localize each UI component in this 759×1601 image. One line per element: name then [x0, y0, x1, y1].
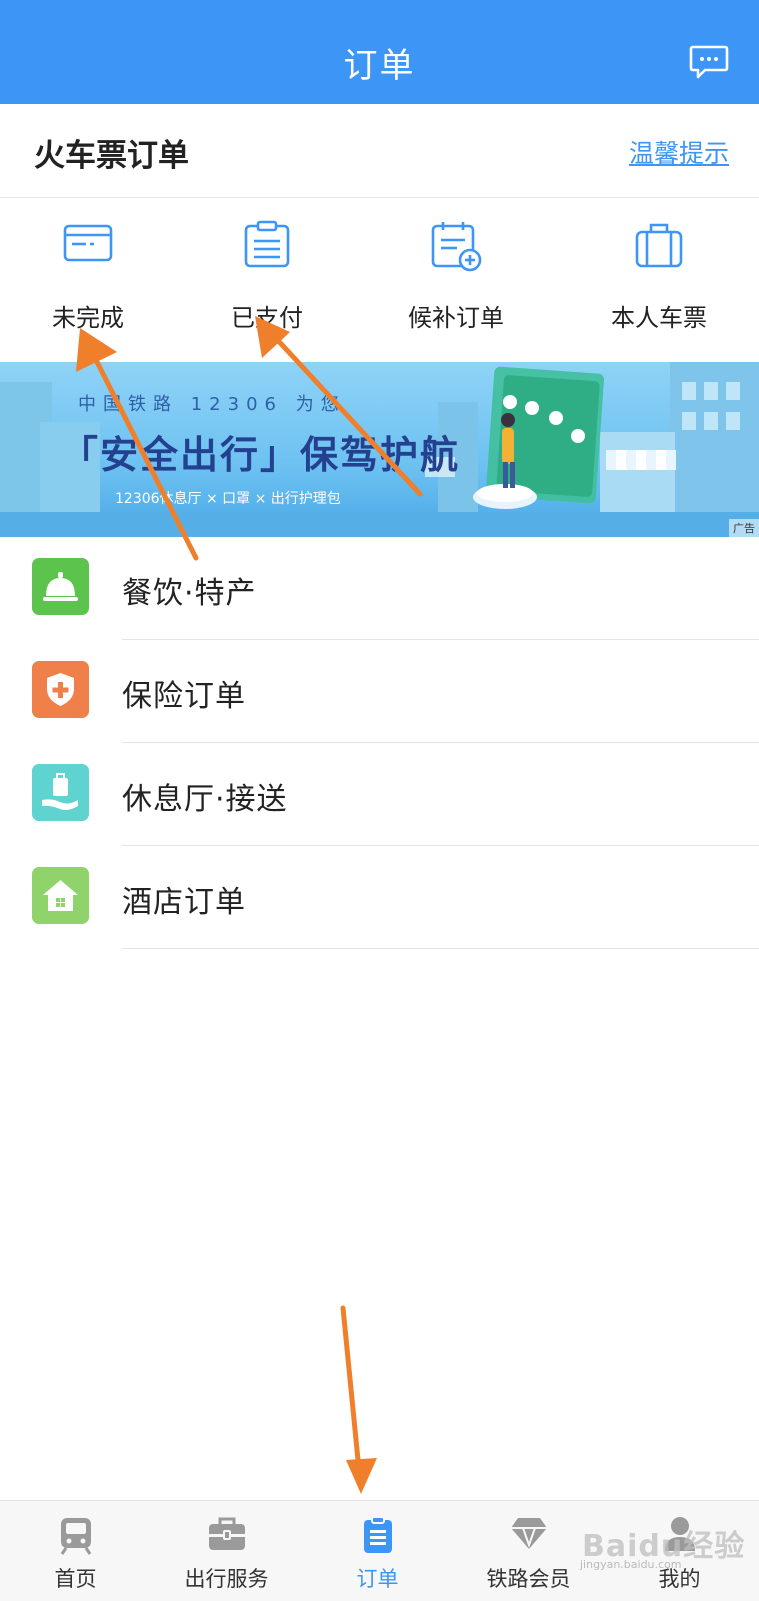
- list-item-insurance[interactable]: 保险订单: [0, 640, 759, 743]
- calendar-add-icon: [431, 222, 482, 272]
- quick-item-waitlist[interactable]: 候补订单: [381, 220, 531, 350]
- tips-link[interactable]: 温馨提示: [629, 134, 729, 170]
- quick-item-paid[interactable]: 已支付: [192, 220, 342, 350]
- list-item-label: 餐饮·特产: [122, 576, 257, 611]
- arrow-head-orders-tab: [346, 1458, 377, 1494]
- house-icon: [32, 867, 89, 924]
- banner-small-text: 中国铁路 12306 为您: [78, 394, 346, 415]
- ad-tag: 广告: [729, 519, 759, 537]
- tab-label: 订单: [356, 1567, 399, 1591]
- banner-subtext: 12306休息厅 × 口罩 × 出行护理包: [115, 491, 341, 507]
- banner-headline: 「安全出行」保驾护航: [60, 433, 461, 477]
- list-item-label: 酒店订单: [122, 885, 246, 920]
- page-title: 订单: [343, 46, 416, 86]
- list-item-hotel[interactable]: 酒店订单: [0, 846, 759, 949]
- briefcase-icon: [208, 1517, 245, 1550]
- service-list: 餐饮·特产 保险订单 休息厅·接送 酒店订单: [0, 537, 759, 949]
- quick-item-own-tickets[interactable]: 本人车票: [584, 220, 734, 350]
- diamond-icon: [510, 1518, 547, 1549]
- shield-plus-icon: [32, 661, 89, 718]
- promo-banner[interactable]: 中国铁路 12306 为您 「安全出行」保驾护航 12306休息厅 × 口罩 ×…: [0, 362, 759, 537]
- quick-item-label: 本人车票: [611, 304, 707, 332]
- list-item-dining[interactable]: 餐饮·特产: [0, 537, 759, 640]
- service-bell-icon: [32, 558, 89, 615]
- arrow-to-orders-tab: [340, 1305, 362, 1473]
- list-item-label: 休息厅·接送: [122, 782, 288, 817]
- watermark-url: jingyan.baidu.com: [580, 1558, 682, 1571]
- quick-item-label: 未完成: [52, 304, 124, 332]
- list-item-lounge[interactable]: 休息厅·接送: [0, 743, 759, 846]
- card-icon: [63, 224, 113, 262]
- tab-travel-services[interactable]: 出行服务: [151, 1501, 302, 1601]
- divider: [122, 948, 759, 949]
- quick-item-unfinished[interactable]: 未完成: [13, 220, 163, 350]
- clipboard-icon: [244, 220, 290, 268]
- bottom-tab-bar: 首页 出行服务 订单 铁路会员 我的 Baidu经验: [0, 1500, 759, 1601]
- train-icon: [60, 1518, 91, 1555]
- section-title: 火车票订单: [34, 138, 189, 174]
- tab-label: 首页: [54, 1567, 97, 1591]
- tab-home[interactable]: 首页: [0, 1501, 151, 1601]
- chat-bubble-icon[interactable]: [689, 44, 729, 80]
- order-category-row: 未完成 已支付 候补订单 本人车票: [0, 198, 759, 362]
- tab-orders[interactable]: 订单: [302, 1501, 453, 1601]
- list-item-label: 保险订单: [122, 679, 246, 714]
- train-orders-header: 火车票订单 温馨提示: [0, 104, 759, 198]
- app-header: 订单: [0, 0, 759, 104]
- order-list-icon: [363, 1516, 392, 1553]
- luggage-icon: [635, 223, 683, 268]
- tab-label: 出行服务: [184, 1567, 269, 1591]
- quick-item-label: 候补订单: [408, 304, 504, 332]
- hand-luggage-icon: [32, 764, 89, 821]
- quick-item-label: 已支付: [231, 304, 303, 332]
